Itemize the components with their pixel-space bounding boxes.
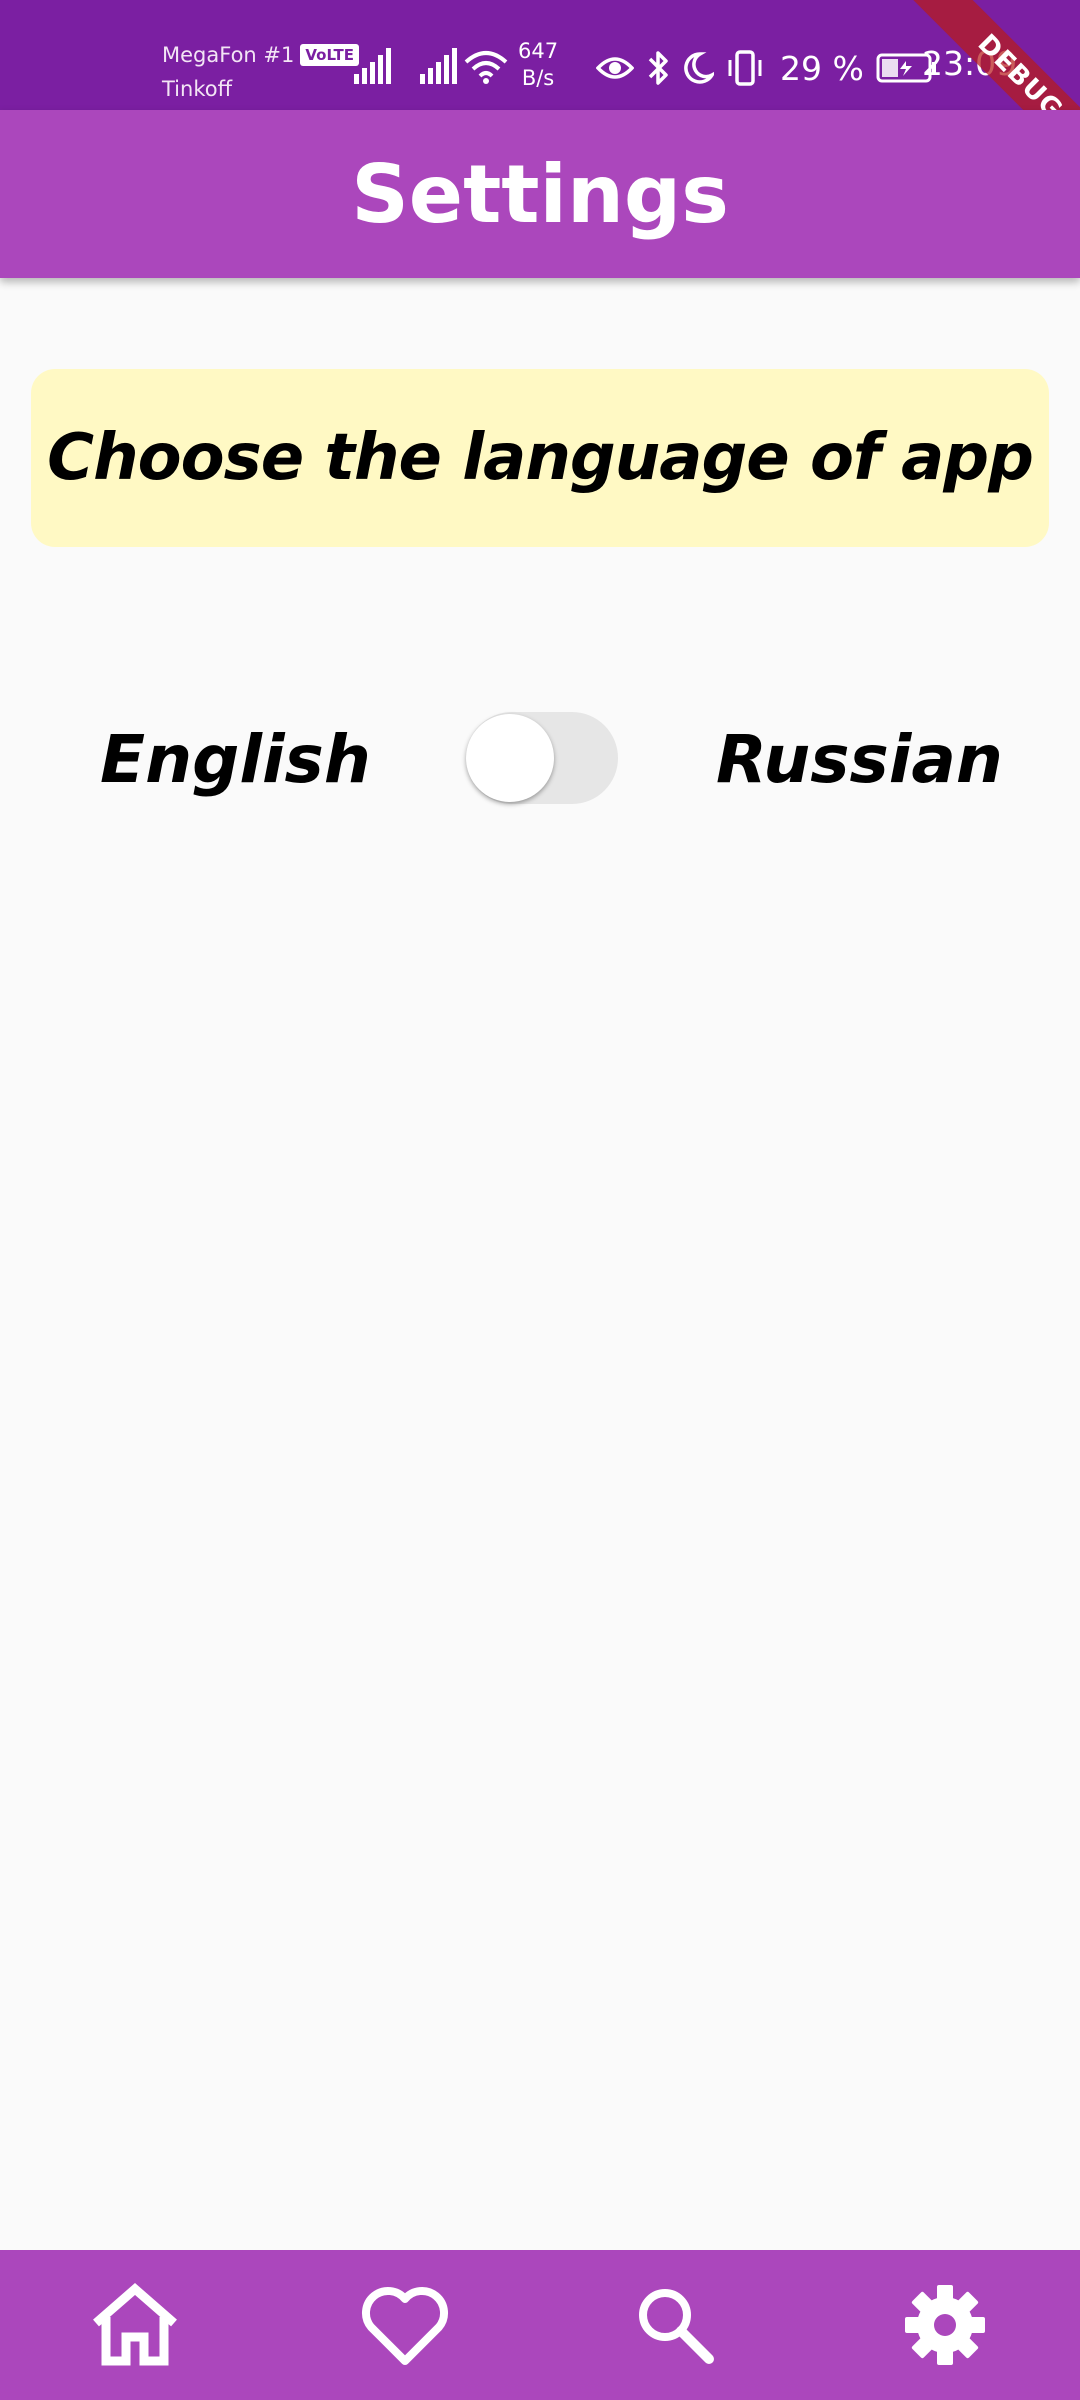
- nav-item-settings[interactable]: [810, 2250, 1080, 2400]
- language-option-english: English: [100, 721, 371, 798]
- settings-screen: MegaFon #1 VoLTE Tinkoff 647 B/s 29 % 23…: [0, 0, 1080, 2400]
- wifi-icon: [464, 51, 508, 84]
- language-toggle-switch[interactable]: [462, 710, 618, 804]
- carrier-primary: MegaFon #1: [162, 43, 295, 67]
- nav-item-search[interactable]: [540, 2250, 810, 2400]
- home-icon: [93, 2283, 177, 2366]
- language-prompt-text: Choose the language of app: [47, 421, 1034, 495]
- eye-icon: [596, 57, 634, 79]
- carrier-secondary: Tinkoff: [162, 77, 233, 101]
- status-icons: 29 %: [596, 46, 938, 90]
- heart-icon: [361, 2286, 449, 2365]
- moon-icon: [684, 52, 714, 84]
- battery-percent: 29 %: [780, 48, 864, 88]
- settings-icon: [905, 2285, 985, 2365]
- vibrate-icon: [728, 50, 762, 86]
- switch-thumb: [466, 714, 554, 802]
- app-bar: Settings: [0, 110, 1080, 278]
- signal-icon: [354, 48, 391, 84]
- network-speed-value: 647: [518, 39, 559, 63]
- carrier-info: MegaFon #1 VoLTE Tinkoff: [162, 38, 360, 106]
- bluetooth-icon: [648, 51, 668, 85]
- bottom-navigation: [0, 2250, 1080, 2400]
- volte-badge: VoLTE: [300, 44, 360, 66]
- search-icon: [639, 2289, 714, 2364]
- language-option-russian: Russian: [716, 721, 1003, 798]
- network-speed: 647 B/s: [518, 38, 558, 92]
- signal-icon: [420, 48, 457, 84]
- network-speed-unit: B/s: [521, 66, 555, 90]
- page-title: Settings: [351, 147, 729, 241]
- status-bar: MegaFon #1 VoLTE Tinkoff 647 B/s 29 % 23…: [0, 0, 1080, 110]
- language-prompt-card: Choose the language of app: [31, 369, 1049, 547]
- nav-item-favorites[interactable]: [270, 2250, 540, 2400]
- nav-item-home[interactable]: [0, 2250, 270, 2400]
